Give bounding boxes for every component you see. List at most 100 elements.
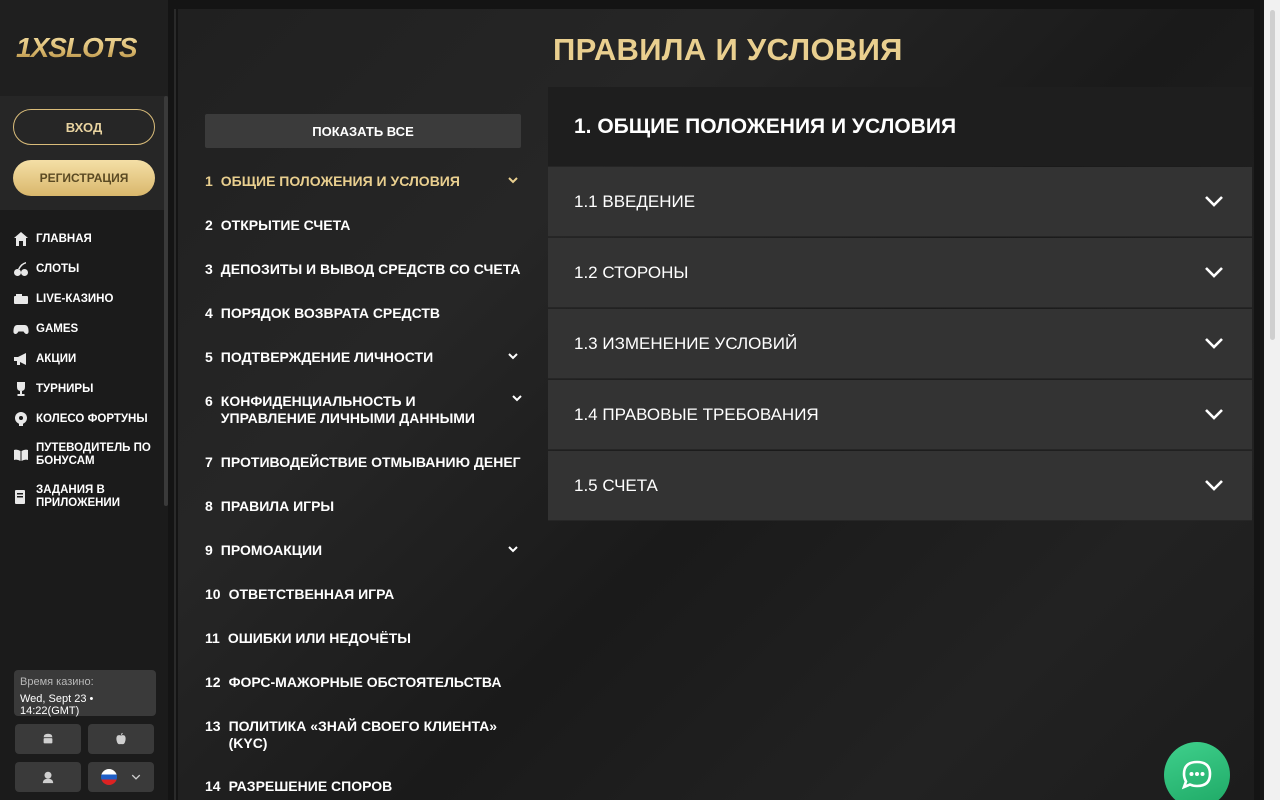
accordion-label: 1.5 СЧЕТА xyxy=(574,475,658,495)
casino-time: Время казино: Wed, Sept 23 • 14:22(GMT) xyxy=(14,670,156,717)
toc-num: 1 xyxy=(205,173,213,189)
accordion-item-1-3[interactable]: 1.3 ИЗМЕНЕНИЕ УСЛОВИЙ xyxy=(548,309,1252,379)
gamepad-icon xyxy=(12,320,30,338)
chevron-down-icon xyxy=(1204,406,1224,420)
toc-item-3[interactable]: 3 ДЕПОЗИТЫ И ВЫВОД СРЕДСТВ СО СЧЕТА xyxy=(205,261,525,278)
toc-num: 14 xyxy=(205,778,221,794)
sidebar: 1XSLOTS ВХОД РЕГИСТРАЦИЯ ГЛАВНАЯ СЛОТЫ L… xyxy=(0,0,168,800)
nav-item-app-tasks[interactable]: ЗАДАНИЯ В ПРИЛОЖЕНИИ xyxy=(0,476,168,518)
casino-time-value: Wed, Sept 23 • 14:22(GMT) xyxy=(20,693,94,717)
accordion-item-1-5[interactable]: 1.5 СЧЕТА xyxy=(548,451,1252,521)
chevron-down-icon xyxy=(131,774,141,780)
toc-label: ПОРЯДОК ВОЗВРАТА СРЕДСТВ xyxy=(220,305,441,321)
chevron-down-icon xyxy=(507,173,519,185)
login-button[interactable]: ВХОД xyxy=(13,109,155,145)
chat-bubble-icon xyxy=(1181,760,1212,790)
show-all-button[interactable]: ПОКАЗАТЬ ВСЕ xyxy=(205,114,521,148)
toc-item-1[interactable]: 1 ОБЩИЕ ПОЛОЖЕНИЯ И УСЛОВИЯ xyxy=(205,173,525,190)
support-button[interactable] xyxy=(15,762,81,792)
toc-item-6[interactable]: 6 КОНФИДЕНЦИАЛЬНОСТЬ И УПРАВЛЕНИЕ ЛИЧНЫМ… xyxy=(205,393,525,427)
chevron-down-icon xyxy=(1204,264,1224,278)
toc-item-7[interactable]: 7 ПРОТИВОДЕЙСТВИЕ ОТМЫВАНИЮ ДЕНЕГ xyxy=(205,454,525,471)
toc-item-8[interactable]: 8 ПРАВИЛА ИГРЫ xyxy=(205,498,525,515)
sidebar-scrollbar[interactable] xyxy=(164,96,168,506)
chevron-down-icon xyxy=(507,542,519,554)
toc-label: ПРОТИВОДЕЙСТВИЕ ОТМЫВАНИЮ ДЕНЕГ xyxy=(220,454,521,470)
nav-label: АКЦИИ xyxy=(36,352,77,365)
nav-item-bonus-guide[interactable]: ПУТЕВОДИТЕЛЬ ПО БОНУСАМ xyxy=(0,434,168,476)
toc-item-12[interactable]: 12 ФОРС-МАЖОРНЫЕ ОБСТОЯТЕЛЬСТВА xyxy=(205,674,525,691)
nav-item-live-casino[interactable]: LIVE-КАЗИНО xyxy=(0,284,168,314)
toc-item-13[interactable]: 13 ПОЛИТИКА «ЗНАЙ СВОЕГО КЛИЕНТА» (KYC) xyxy=(205,718,525,752)
toc-item-2[interactable]: 2 ОТКРЫТИЕ СЧЕТА xyxy=(205,217,525,234)
toc-list: 1 ОБЩИЕ ПОЛОЖЕНИЯ И УСЛОВИЯ 2 ОТКРЫТИЕ С… xyxy=(205,162,525,795)
toc-item-9[interactable]: 9 ПРОМОАКЦИИ xyxy=(205,542,525,559)
accordion-label: 1.2 СТОРОНЫ xyxy=(574,262,689,282)
nav-item-promotions[interactable]: АКЦИИ xyxy=(0,344,168,374)
nav-label: LIVE-КАЗИНО xyxy=(36,292,114,305)
toc-label: ДЕПОЗИТЫ И ВЫВОД СРЕДСТВ СО СЧЕТА xyxy=(220,261,521,277)
toc-label: ОТКРЫТИЕ СЧЕТА xyxy=(220,217,351,233)
toc-label: РАЗРЕШЕНИЕ СПОРОВ xyxy=(228,778,393,794)
main-nav: ГЛАВНАЯ СЛОТЫ LIVE-КАЗИНО GAMES АКЦИИ ТУ… xyxy=(0,210,168,518)
toc-label: ОШИБКИ ИЛИ НЕДОЧЁТЫ xyxy=(227,630,412,646)
russian-flag-icon xyxy=(101,769,117,785)
android-icon xyxy=(43,733,53,744)
chat-button[interactable] xyxy=(1164,742,1230,800)
toc-item-4[interactable]: 4 ПОРЯДОК ВОЗВРАТА СРЕДСТВ xyxy=(205,305,525,322)
chevron-down-icon xyxy=(1204,193,1224,207)
ios-app-button[interactable] xyxy=(88,724,154,754)
nav-label: КОЛЕСО ФОРТУНЫ xyxy=(36,412,148,425)
toc-item-11[interactable]: 11 ОШИБКИ ИЛИ НЕДОЧЁТЫ xyxy=(205,630,525,647)
register-button[interactable]: РЕГИСТРАЦИЯ xyxy=(13,160,155,196)
accordion-item-1-2[interactable]: 1.2 СТОРОНЫ xyxy=(548,238,1252,308)
nav-label: ТУРНИРЫ xyxy=(36,382,94,395)
toc-label: ПОЛИТИКА «ЗНАЙ СВОЕГО КЛИЕНТА» (KYC) xyxy=(228,718,498,751)
trophy-icon xyxy=(12,380,30,398)
toc-num: 10 xyxy=(205,586,221,602)
accordion-label: 1.3 ИЗМЕНЕНИЕ УСЛОВИЙ xyxy=(574,333,798,353)
toc-label: ПРОМОАКЦИИ xyxy=(220,542,323,558)
page-scrollbar[interactable] xyxy=(1270,10,1275,340)
toc-num: 2 xyxy=(205,217,213,233)
divider xyxy=(174,9,176,800)
accordion-label: 1.4 ПРАВОВЫЕ ТРЕБОВАНИЯ xyxy=(574,404,819,424)
logo[interactable]: 1XSLOTS xyxy=(16,32,138,64)
toc-label: ОБЩИЕ ПОЛОЖЕНИЯ И УСЛОВИЯ xyxy=(220,173,460,189)
toc-num: 6 xyxy=(205,393,213,409)
casino-time-title: Время казино: xyxy=(20,676,94,688)
android-app-button[interactable] xyxy=(15,724,81,754)
nav-label: СЛОТЫ xyxy=(36,262,80,275)
toc-num: 7 xyxy=(205,454,213,470)
toc-num: 11 xyxy=(205,630,220,646)
toc-num: 8 xyxy=(205,498,213,514)
page-title: ПРАВИЛА И УСЛОВИЯ xyxy=(553,32,903,67)
toc-item-10[interactable]: 10 ОТВЕТСТВЕННАЯ ИГРА xyxy=(205,586,525,603)
toc-item-5[interactable]: 5 ПОДТВЕРЖДЕНИЕ ЛИЧНОСТИ xyxy=(205,349,525,366)
megaphone-icon xyxy=(12,350,30,368)
toc-label: ОТВЕТСТВЕННАЯ ИГРА xyxy=(228,586,395,602)
apple-icon xyxy=(116,732,126,745)
logo-area: 1XSLOTS xyxy=(0,0,168,96)
live-casino-icon xyxy=(12,290,30,308)
chevron-down-icon xyxy=(507,349,519,361)
tasks-icon xyxy=(12,488,30,506)
cherry-icon xyxy=(12,260,30,278)
toc-num: 13 xyxy=(205,718,221,734)
nav-item-tournaments[interactable]: ТУРНИРЫ xyxy=(0,374,168,404)
toc-num: 12 xyxy=(205,674,221,690)
nav-item-games[interactable]: GAMES xyxy=(0,314,168,344)
language-selector[interactable] xyxy=(88,762,154,792)
accordion-label: 1.1 ВВЕДЕНИЕ xyxy=(574,191,696,211)
nav-label: GAMES xyxy=(36,322,79,335)
nav-item-home[interactable]: ГЛАВНАЯ xyxy=(0,224,168,254)
toc-label: ПРАВИЛА ИГРЫ xyxy=(220,498,335,514)
nav-item-wheel[interactable]: КОЛЕСО ФОРТУНЫ xyxy=(0,404,168,434)
toc-item-14[interactable]: 14 РАЗРЕШЕНИЕ СПОРОВ xyxy=(205,778,525,795)
toc-label: КОНФИДЕНЦИАЛЬНОСТЬ И УПРАВЛЕНИЕ ЛИЧНЫМИ … xyxy=(220,393,475,426)
accordion-item-1-1[interactable]: 1.1 ВВЕДЕНИЕ xyxy=(548,167,1252,237)
toc-num: 5 xyxy=(205,349,213,365)
agent-icon xyxy=(42,771,54,784)
nav-item-slots[interactable]: СЛОТЫ xyxy=(0,254,168,284)
accordion-item-1-4[interactable]: 1.4 ПРАВОВЫЕ ТРЕБОВАНИЯ xyxy=(548,380,1252,450)
